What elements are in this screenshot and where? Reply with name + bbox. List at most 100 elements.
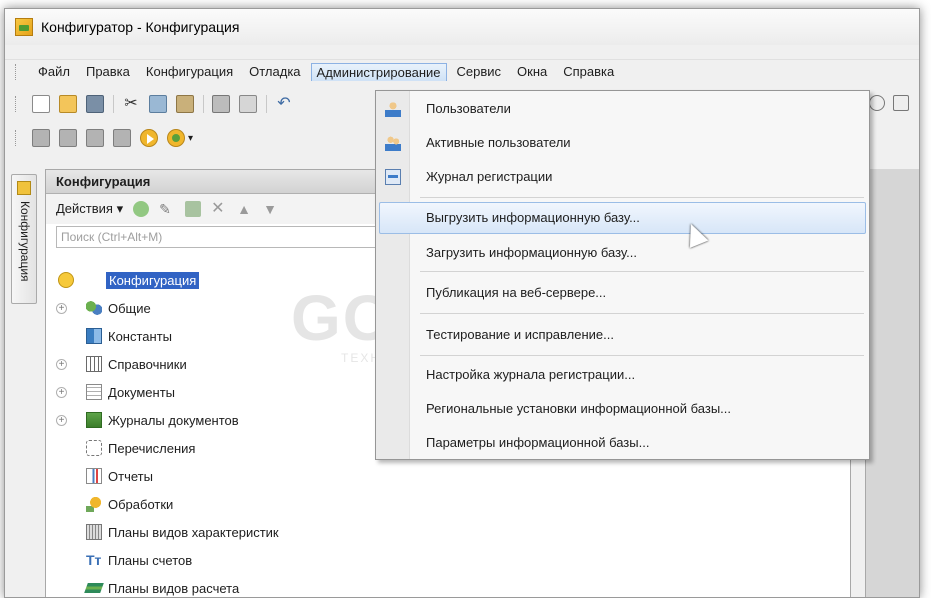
- toolbar-separator: [266, 95, 267, 113]
- tree-item-label: Документы: [108, 384, 176, 400]
- menu-item-label: Активные пользователи: [426, 135, 571, 150]
- delete-icon[interactable]: ✕: [211, 201, 227, 217]
- menu-item-export-infobase[interactable]: Выгрузить информационную базу...: [379, 202, 866, 234]
- expand-icon[interactable]: +: [56, 302, 67, 314]
- tree-item-label: Конфигурация: [106, 271, 200, 289]
- search-input[interactable]: Поиск (Ctrl+Alt+M): [56, 226, 392, 248]
- menu-item-web-publish[interactable]: Публикация на веб-сервере...: [376, 277, 869, 309]
- debug-start-icon[interactable]: [167, 129, 185, 147]
- char-plans-icon: [86, 524, 102, 540]
- menu-item-event-log[interactable]: Журнал регистрации: [376, 161, 869, 193]
- menu-item-active-users[interactable]: Активные пользователи: [376, 127, 869, 159]
- actions-button[interactable]: Действия ▾: [56, 201, 123, 217]
- config-tab-icon: [17, 181, 31, 195]
- menu-item-users[interactable]: Пользователи: [376, 93, 869, 125]
- menu-item-label: Региональные установки информационной ба…: [426, 401, 731, 416]
- calc-plans-icon: [84, 583, 104, 593]
- menubar-grip: [15, 63, 18, 80]
- menu-configuration[interactable]: Конфигурация: [140, 62, 239, 81]
- menu-item-label: Загрузить информационную базу...: [426, 245, 637, 260]
- reports-icon: [86, 468, 102, 484]
- menu-item-label: Настройка журнала регистрации...: [426, 367, 636, 382]
- menu-separator: [420, 313, 864, 314]
- side-tab-label: Конфигурация: [18, 201, 32, 282]
- menu-item-label: Журнал регистрации: [426, 169, 553, 184]
- tree-item-label: Общие: [108, 300, 151, 316]
- menu-windows[interactable]: Окна: [511, 62, 553, 81]
- documents-icon: [86, 384, 102, 400]
- menu-separator: [420, 197, 864, 198]
- constants-icon: [86, 328, 102, 344]
- catalogs-icon: [86, 356, 102, 372]
- side-tab-configuration[interactable]: Конфигурация: [11, 174, 37, 304]
- toolbar-right-icons: [869, 95, 909, 111]
- help-circle-icon[interactable]: [869, 95, 885, 111]
- menu-item-label: Пользователи: [426, 101, 511, 116]
- expand-icon[interactable]: +: [56, 386, 67, 398]
- tree-item-label: Журналы документов: [108, 412, 239, 428]
- tree-item-label: Обработки: [108, 496, 174, 512]
- menu-item-log-settings[interactable]: Настройка журнала регистрации...: [376, 359, 869, 391]
- menu-item-regional-settings[interactable]: Региональные установки информационной ба…: [376, 393, 869, 425]
- menu-service[interactable]: Сервис: [451, 62, 508, 81]
- paste-icon[interactable]: [176, 95, 194, 113]
- menu-item-label: Выгрузить информационную базу...: [426, 210, 640, 225]
- tree-item-label: Перечисления: [108, 440, 196, 456]
- table-icon[interactable]: [113, 129, 131, 147]
- expand-icon[interactable]: +: [56, 414, 67, 426]
- window-title: Конфигуратор - Конфигурация: [41, 19, 240, 35]
- toolbar-grip: [15, 96, 18, 112]
- tree-item-label: Планы видов расчета: [108, 580, 240, 596]
- app-logo-icon: [15, 18, 33, 36]
- chevron-down-icon[interactable]: ▾: [188, 133, 193, 144]
- config-window-icon[interactable]: [32, 129, 50, 147]
- new-document-icon[interactable]: [32, 95, 50, 113]
- menu-file[interactable]: Файл: [32, 62, 76, 81]
- edit-icon[interactable]: ✎: [159, 201, 175, 217]
- save-icon[interactable]: [86, 95, 104, 113]
- menu-item-test-repair[interactable]: Тестирование и исправление...: [376, 319, 869, 351]
- enums-icon: [86, 440, 102, 456]
- open-folder-icon[interactable]: [59, 95, 77, 113]
- title-bar: Конфигуратор - Конфигурация: [5, 9, 919, 45]
- undo-icon[interactable]: ↶: [275, 95, 293, 113]
- menu-separator: [420, 271, 864, 272]
- print-icon[interactable]: [212, 95, 230, 113]
- copy-item-icon[interactable]: [185, 201, 202, 217]
- copy-icon[interactable]: [149, 95, 167, 113]
- expand-icon[interactable]: +: [56, 358, 67, 370]
- common-icon: [86, 300, 102, 316]
- database-icon[interactable]: [86, 129, 104, 147]
- menu-separator: [420, 355, 864, 356]
- run-icon[interactable]: [140, 129, 158, 147]
- notes-icon[interactable]: [893, 95, 909, 111]
- tree-item-label: Планы счетов: [108, 552, 193, 568]
- menu-administration[interactable]: Администрирование: [310, 62, 447, 81]
- menu-item-import-infobase[interactable]: Загрузить информационную базу...: [376, 237, 869, 269]
- user-icon: [385, 101, 401, 117]
- app-window: Конфигуратор - Конфигурация Файл Правка …: [4, 8, 920, 598]
- config-icon: [58, 272, 74, 288]
- menu-debug[interactable]: Отладка: [243, 62, 306, 81]
- log-icon: [385, 169, 401, 185]
- cut-icon[interactable]: ✂: [122, 95, 140, 113]
- print-preview-icon[interactable]: [239, 95, 257, 113]
- processing-icon: [86, 496, 102, 512]
- journals-icon: [86, 412, 102, 428]
- menu-item-label: Публикация на веб-сервере...: [426, 285, 607, 300]
- menu-item-infobase-params[interactable]: Параметры информационной базы...: [376, 427, 869, 459]
- administration-menu: Пользователи Активные пользователи Журна…: [375, 90, 870, 460]
- tree-item-label: Константы: [108, 328, 172, 344]
- menu-help[interactable]: Справка: [557, 62, 620, 81]
- tree-item-label: Отчеты: [108, 468, 153, 484]
- menu-item-label: Тестирование и исправление...: [426, 327, 614, 342]
- compare-icon[interactable]: [59, 129, 77, 147]
- menu-edit[interactable]: Правка: [80, 62, 136, 81]
- add-icon[interactable]: [133, 201, 150, 217]
- tree-item-label: Справочники: [108, 356, 187, 372]
- move-up-icon[interactable]: ▲: [237, 201, 253, 217]
- active-users-icon: [385, 135, 401, 151]
- menu-bar: Файл Правка Конфигурация Отладка Админис…: [5, 59, 919, 83]
- move-down-icon[interactable]: ▼: [263, 201, 279, 217]
- toolbar-separator: [113, 95, 114, 113]
